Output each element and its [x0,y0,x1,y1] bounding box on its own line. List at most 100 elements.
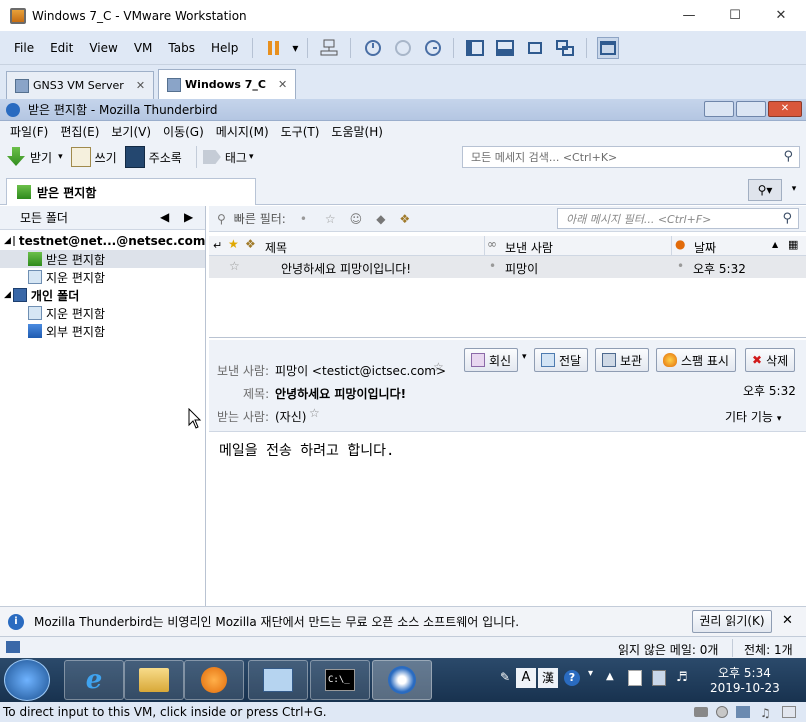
column-sender[interactable]: 보낸 사람 [505,239,553,256]
taskbar-thunderbird[interactable] [372,660,432,700]
sidebar-toggle-icon[interactable] [464,37,486,59]
network-tray-icon[interactable] [652,670,666,686]
folder-inbox[interactable]: 받은 편지함 [0,250,205,268]
menu-file[interactable]: File [6,41,42,55]
tb-menu-message[interactable]: 메시지(M) [210,123,275,140]
help-icon[interactable]: ? [564,670,580,686]
tb-menu-view[interactable]: 보기(V) [105,123,157,140]
column-date[interactable]: 날짜 [694,239,716,256]
rights-button[interactable]: 권리 읽기(K) [692,610,772,633]
folder-account[interactable]: ◢ testnet@net...@netsec.com [0,232,205,250]
tb-menu-go[interactable]: 이동(G) [157,123,210,140]
minimize-button[interactable]: — [666,0,712,31]
fullscreen-icon[interactable] [524,37,546,59]
tb-menu-tools[interactable]: 도구(T) [275,123,326,140]
address-book-button[interactable]: 주소록 [124,146,182,168]
junk-column-icon[interactable]: ● [675,237,685,251]
volume-muted-icon[interactable]: ♬ [676,670,688,685]
snapshot-manager-icon[interactable] [421,37,443,59]
collapse-icon[interactable]: ◢ [4,236,11,246]
close-tab-icon[interactable]: ✕ [278,78,287,91]
quick-filter-input[interactable]: 아래 메시지 필터... <Ctrl+F> ⚲ [557,208,799,229]
taskbar-media-player[interactable] [184,660,244,700]
archive-button[interactable]: 보관 [595,348,650,372]
unity-icon[interactable] [554,37,576,59]
tag-button[interactable]: 태그 ▾ [202,149,253,166]
action-center-icon[interactable] [628,670,642,686]
language-bar-icon[interactable]: ✎ [500,670,510,684]
global-search-input[interactable]: 모든 메세지 검색... <Ctrl+K> ⚲ [462,146,800,168]
tab-windows-7c[interactable]: Windows 7_C ✕ [158,69,297,99]
close-button[interactable]: ✕ [758,0,804,31]
menu-tabs[interactable]: Tabs [160,41,203,55]
taskbar-explorer[interactable] [124,660,184,700]
ime-options-icon[interactable]: ▾ [588,668,593,679]
from-star-icon[interactable]: ☆ [433,360,444,374]
filter-unread-icon[interactable]: • [300,212,307,226]
clock-time[interactable]: 오후 5:34 [718,664,771,681]
reply-dropdown-icon[interactable]: ▾ [522,352,527,362]
filter-tags-icon[interactable]: ◆ [376,212,385,226]
menu-edit[interactable]: Edit [42,41,81,55]
quick-filter-icon[interactable]: ⚲ [217,212,226,226]
junk-dot-icon[interactable]: • [677,259,684,273]
tab-list-button[interactable]: ⚲▾ [748,179,782,201]
star-column-icon[interactable]: ★ [228,237,239,251]
tb-minimize-button[interactable] [704,101,734,117]
network-icon[interactable] [318,37,340,59]
power-dropdown-icon[interactable]: ▾ [289,37,301,59]
pause-icon[interactable] [263,37,285,59]
forward-button[interactable]: 전달 [534,348,589,372]
folder-outbox[interactable]: 외부 편지함 [0,322,205,340]
filter-attachment-icon[interactable]: ❖ [399,212,410,226]
collapse-icon[interactable]: ◢ [4,290,11,300]
star-icon[interactable]: ☆ [229,259,240,273]
tb-menu-file[interactable]: 파일(F) [4,123,54,140]
taskbar-cmd[interactable]: C:\_ [310,660,370,700]
hanja-button[interactable]: 漢 [538,668,558,688]
folder-local[interactable]: ◢ 개인 폴더 [0,286,205,304]
tb-restore-button[interactable] [736,101,766,117]
taskbar-control-panel[interactable] [248,660,308,700]
tab-gns3-vm-server[interactable]: GNS3 VM Server ✕ [6,71,155,99]
online-status-icon[interactable] [6,641,20,653]
next-folder-view-icon[interactable]: ▶ [184,210,193,224]
to-value[interactable]: (자신) [275,408,306,425]
menu-help[interactable]: Help [203,41,246,55]
revert-snapshot-icon[interactable] [391,37,413,59]
filter-contact-icon[interactable]: ☺ [350,212,363,226]
get-mail-button[interactable]: 받기 ▾ [6,147,63,167]
filter-starred-icon[interactable]: ☆ [325,212,336,226]
tab-inbox[interactable]: 받은 편지함 [6,178,256,205]
taskbar-ie[interactable]: e [64,660,124,700]
junk-button[interactable]: 스팸 표시 [656,348,736,372]
clock-date[interactable]: 2019-10-23 [710,681,780,695]
unread-dot-icon[interactable]: • [489,259,496,273]
attachment-column-icon[interactable]: ❖ [245,237,256,251]
table-row[interactable]: ☆ 안녕하세요 피망이입니다! • 피망이 • 오후 5:32 [209,256,806,278]
column-subject[interactable]: 제목 [265,239,287,256]
thread-column-icon[interactable]: ↵ [213,239,222,252]
read-column-icon[interactable]: ∞ [487,237,497,251]
folder-trash[interactable]: 지운 편지함 [0,268,205,286]
prev-folder-view-icon[interactable]: ◀ [160,210,169,224]
write-button[interactable]: 쓰기 [70,147,117,167]
folder-local-trash[interactable]: 지운 편지함 [0,304,205,322]
tab-menu-button[interactable]: ▾ [786,179,802,201]
console-view-icon[interactable] [494,37,516,59]
other-actions-button[interactable]: 기타 기능 ▾ [725,408,781,425]
tb-menu-edit[interactable]: 편집(E) [54,123,105,140]
snapshot-icon[interactable] [361,37,383,59]
to-star-icon[interactable]: ☆ [309,406,320,420]
tb-menu-help[interactable]: 도움말(H) [325,123,389,140]
tb-close-button[interactable]: ✕ [768,101,802,117]
thumbnail-view-icon[interactable] [597,36,620,59]
show-hidden-icons[interactable]: ▲ [606,671,614,682]
close-tab-icon[interactable]: ✕ [136,79,145,92]
delete-button[interactable]: ✖ 삭제 [745,348,796,372]
menu-vm[interactable]: VM [126,41,161,55]
menu-view[interactable]: View [81,41,125,55]
start-button[interactable] [4,659,50,701]
close-notification-icon[interactable]: ✕ [782,613,793,628]
maximize-button[interactable]: ☐ [712,0,758,31]
